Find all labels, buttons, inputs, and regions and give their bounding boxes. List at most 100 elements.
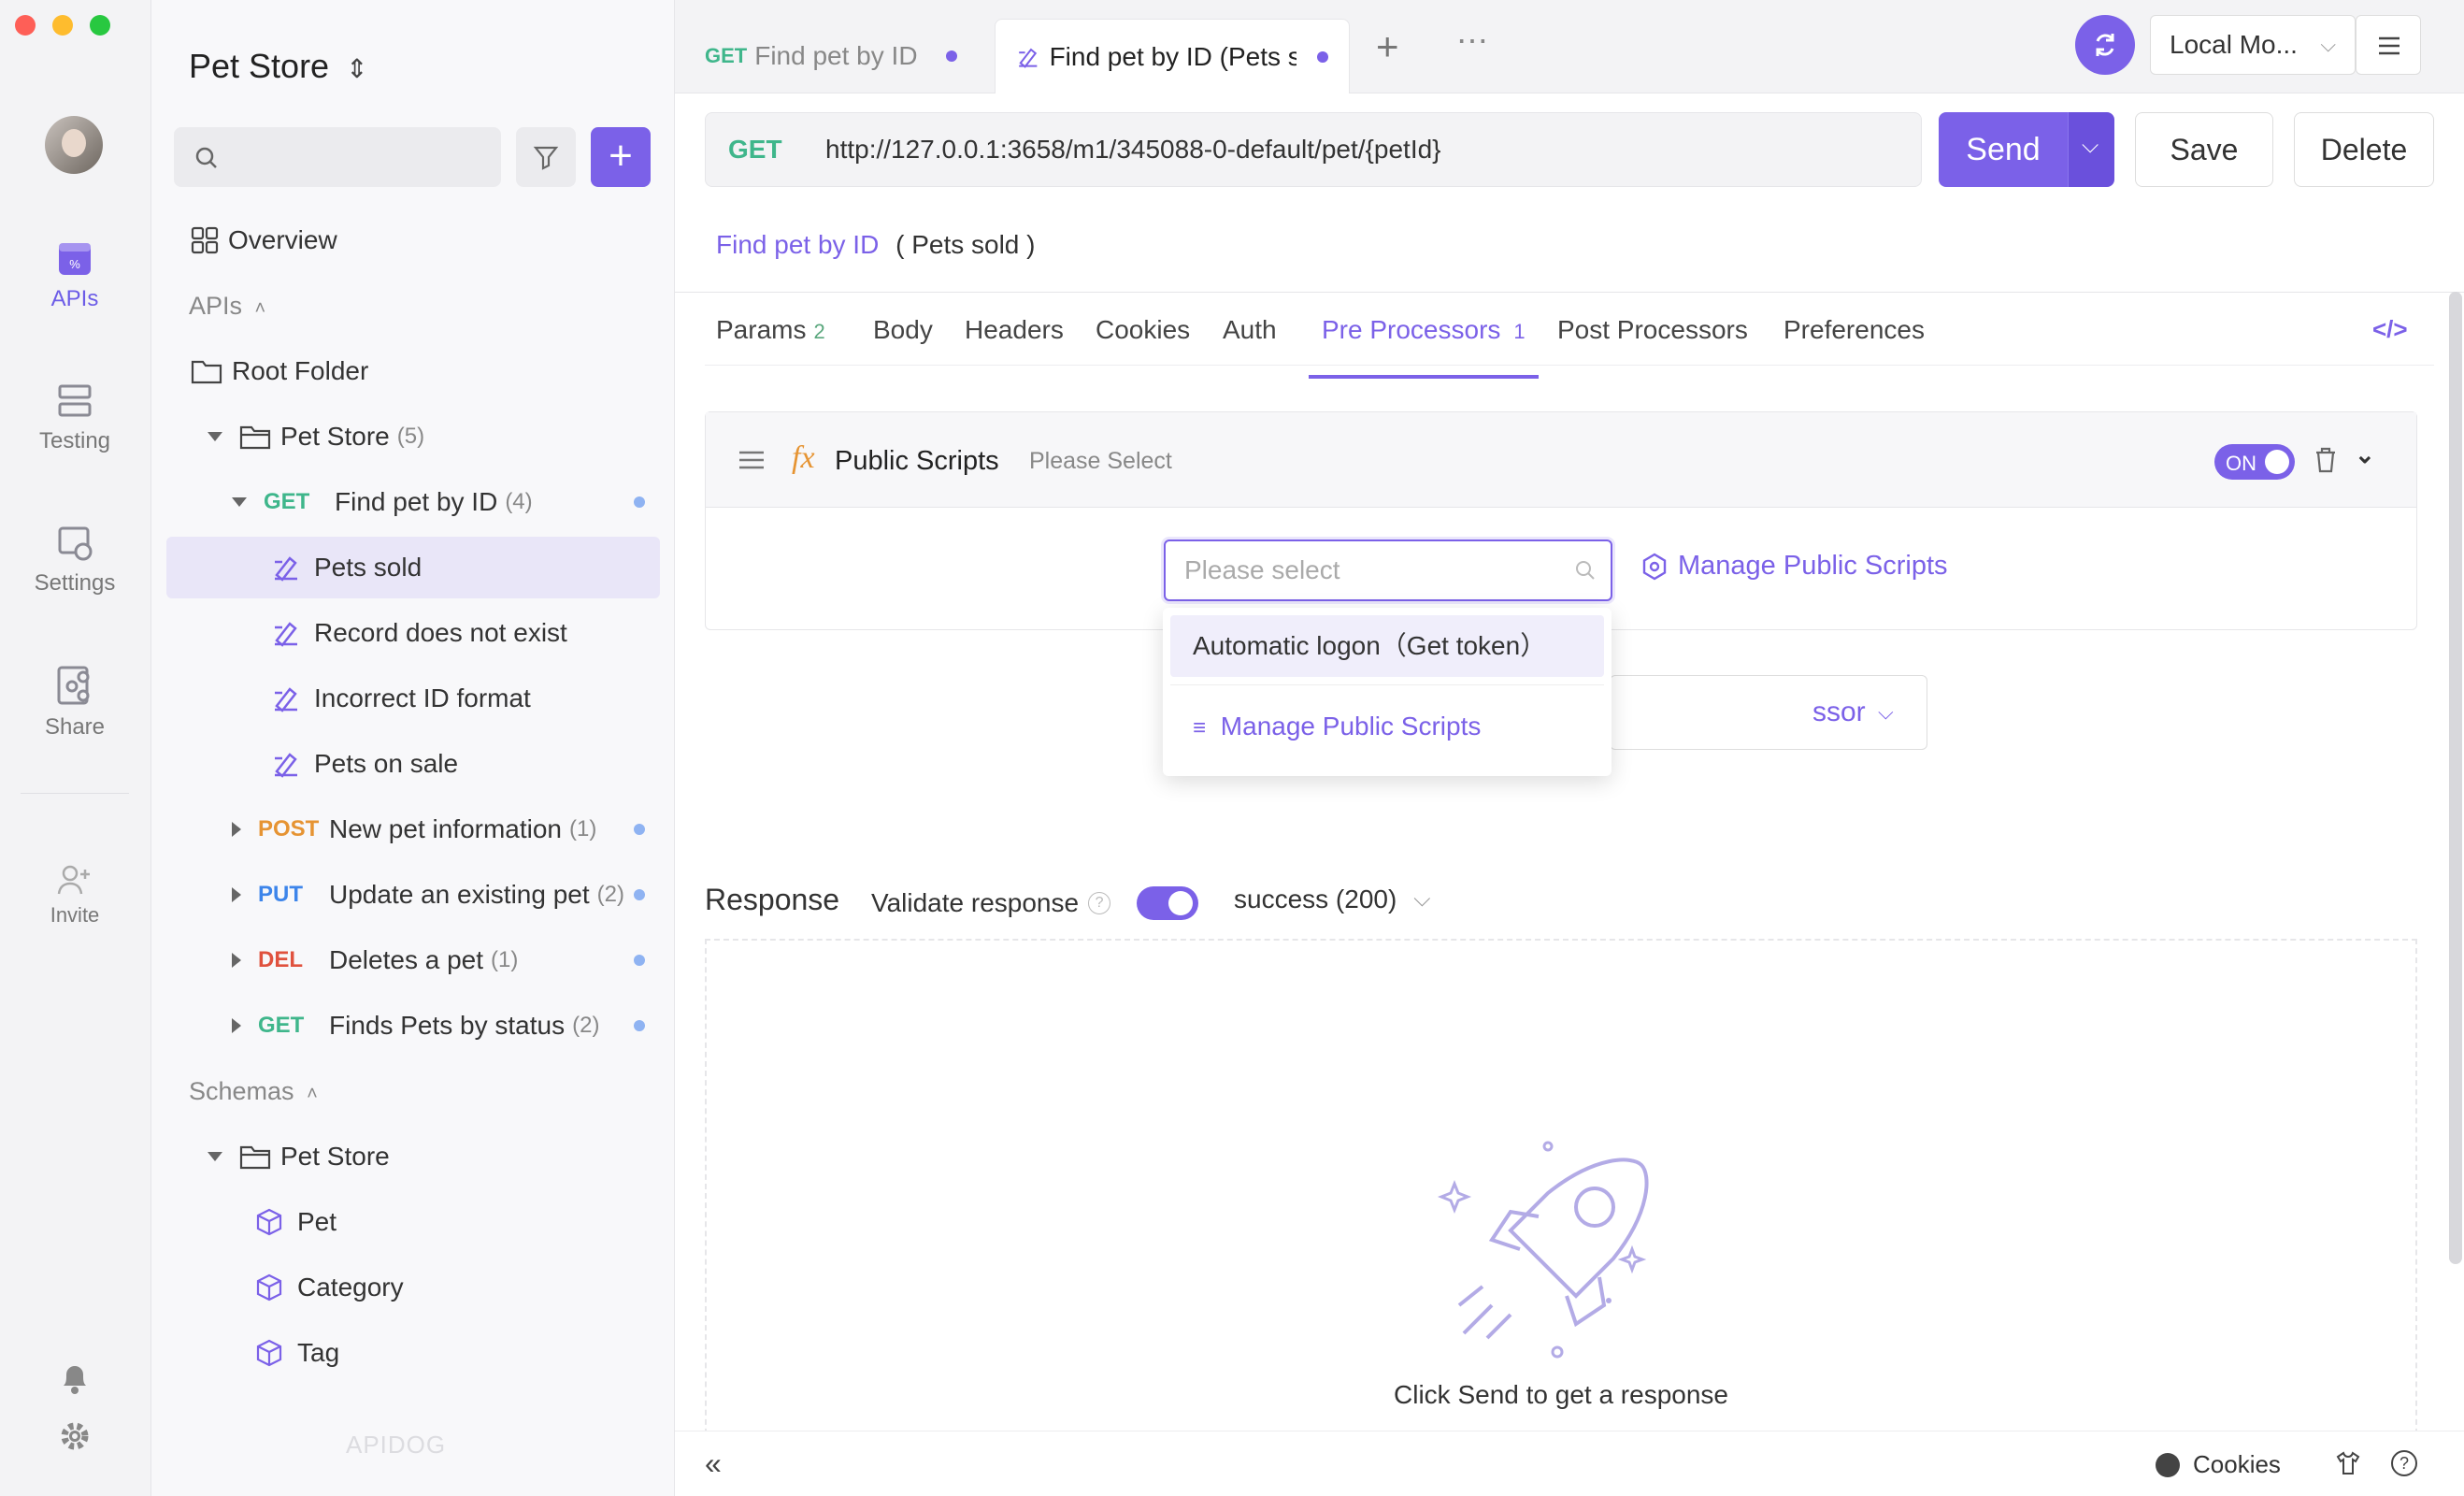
help-icon[interactable]: ?: [1088, 892, 1111, 914]
sidebar-api-find-pet[interactable]: GET Find pet by ID (4): [166, 471, 660, 533]
window-minimize-button[interactable]: [52, 15, 73, 36]
response-status-select[interactable]: success (200) ⌵: [1234, 885, 1431, 914]
tab-find-pet-case[interactable]: Find pet by ID (Pets s: [995, 19, 1350, 94]
rail-item-invite[interactable]: Invite: [0, 864, 150, 928]
tab-bar: GET Find pet by ID Find pet by ID (Pets …: [675, 0, 2464, 94]
window-close-button[interactable]: [15, 15, 36, 36]
rail-item-apis[interactable]: % APIs: [0, 239, 150, 312]
public-script-dropdown: Automatic logon（Get token） ≡ Manage Publ…: [1163, 608, 1612, 776]
send-button[interactable]: Send: [1939, 112, 2068, 187]
schema-name: Tag: [297, 1338, 340, 1367]
tab-label: Find pet by ID (Pets s: [1049, 41, 1297, 71]
sidebar-case-pets-on-sale[interactable]: Pets on sale: [166, 733, 660, 795]
tab-auth[interactable]: Auth: [1223, 315, 1277, 379]
tab-method: GET: [705, 44, 748, 67]
sidebar-case-incorrect-id[interactable]: Incorrect ID format: [166, 668, 660, 729]
tab-preferences[interactable]: Preferences: [1784, 315, 1925, 379]
add-processor-button[interactable]: ssor ⌵: [1610, 675, 1927, 750]
api-name: Deletes a pet: [329, 945, 483, 974]
search-icon: [195, 147, 217, 168]
sidebar-schema-tag[interactable]: Tag: [166, 1322, 660, 1384]
window-maximize-button[interactable]: [90, 15, 110, 36]
root-folder-label: Root Folder: [232, 356, 369, 385]
sidebar-item-overview[interactable]: Overview: [166, 209, 660, 271]
settings-icon: [58, 526, 93, 561]
environment-value: Local Mo...: [2170, 30, 2298, 59]
more-tabs-button[interactable]: ⋯: [1456, 22, 1488, 60]
schemas-section-header[interactable]: Schemas ˄: [189, 1077, 318, 1106]
tab-label: Pre Processors: [1322, 315, 1501, 344]
new-tab-button[interactable]: +: [1376, 24, 1399, 69]
drag-handle-icon[interactable]: [738, 450, 766, 470]
sidebar-item-root-folder[interactable]: Root Folder: [166, 340, 660, 402]
save-button[interactable]: Save: [2135, 112, 2273, 187]
schemas-section-label: Schemas: [189, 1077, 294, 1105]
url-method[interactable]: GET: [728, 135, 825, 165]
sidebar-api-delete-pet[interactable]: DEL Deletes a pet (1): [166, 929, 660, 991]
tab-params[interactable]: Params 2: [716, 315, 825, 379]
cookies-button[interactable]: Cookies: [2156, 1450, 2281, 1479]
sidebar-schema-pet[interactable]: Pet: [166, 1191, 660, 1253]
processor-select-hint[interactable]: Please Select: [1029, 448, 1172, 475]
rail-divider: [21, 793, 129, 794]
rail-label-invite: Invite: [50, 903, 100, 927]
status-bar: « Cookies ?: [675, 1431, 2464, 1496]
apis-section-header[interactable]: APIs ˄: [189, 292, 265, 321]
case-name: Pets sold: [314, 553, 423, 582]
url-bar[interactable]: GET http://127.0.0.1:3658/m1/345088-0-de…: [705, 112, 1922, 187]
url-input[interactable]: http://127.0.0.1:3658/m1/345088-0-defaul…: [825, 135, 1441, 165]
code-icon[interactable]: </>: [2372, 315, 2408, 344]
avatar[interactable]: [45, 116, 103, 174]
public-script-select[interactable]: Please select: [1164, 539, 1612, 601]
response-title: Response: [705, 883, 840, 916]
trash-icon[interactable]: [2314, 446, 2338, 474]
method-badge: PUT: [258, 882, 303, 907]
processor-card: fx Public Scripts Please Select ON ⌄ Ple…: [705, 411, 2417, 630]
menu-button[interactable]: [2356, 15, 2421, 75]
tab-post-processors[interactable]: Post Processors: [1557, 315, 1748, 379]
add-button[interactable]: +: [591, 127, 651, 187]
sync-button[interactable]: [2075, 15, 2135, 75]
bell-icon[interactable]: [58, 1359, 92, 1395]
expand-caret-icon: [208, 432, 222, 441]
dropdown-option-auto-logon[interactable]: Automatic logon（Get token）: [1170, 615, 1604, 677]
environment-select[interactable]: Local Mo... ⌵: [2150, 15, 2356, 75]
sidebar-api-new-pet[interactable]: POST New pet information (1): [166, 798, 660, 860]
status-dot: [634, 889, 645, 900]
send-options-button[interactable]: ⌵: [2068, 112, 2114, 187]
sidebar-schema-category[interactable]: Category: [166, 1257, 660, 1318]
filter-button[interactable]: [516, 127, 576, 187]
search-input[interactable]: [174, 127, 501, 187]
sidebar-schema-folder[interactable]: Pet Store: [166, 1126, 660, 1187]
dropdown-manage-scripts[interactable]: ≡ Manage Public Scripts: [1170, 696, 1604, 757]
sidebar-item-pet-store-folder[interactable]: Pet Store (5): [166, 406, 660, 468]
tab-body[interactable]: Body: [873, 315, 933, 379]
validate-toggle[interactable]: [1137, 886, 1199, 920]
manage-public-scripts-link[interactable]: Manage Public Scripts: [1640, 551, 1948, 582]
shirt-icon[interactable]: [2335, 1450, 2361, 1476]
rail-item-share[interactable]: Share: [0, 664, 150, 741]
sidebar-api-update-pet[interactable]: PUT Update an existing pet (2): [166, 864, 660, 926]
sidebar-case-record-missing[interactable]: Record does not exist: [166, 602, 660, 664]
breadcrumb-api-link[interactable]: Find pet by ID: [716, 230, 879, 259]
sidebar-api-find-by-status[interactable]: GET Finds Pets by status (2): [166, 995, 660, 1057]
processor-toggle[interactable]: ON: [2214, 444, 2295, 480]
tab-headers[interactable]: Headers: [965, 315, 1064, 379]
main-scrollbar[interactable]: [2449, 292, 2462, 1264]
gear-icon[interactable]: [58, 1419, 92, 1453]
rail-label-apis: APIs: [50, 286, 99, 311]
tab-find-pet[interactable]: GET Find pet by ID: [684, 19, 978, 94]
tab-cookies[interactable]: Cookies: [1096, 315, 1190, 379]
help-icon[interactable]: ?: [2391, 1450, 2417, 1476]
collapse-sidebar-icon[interactable]: «: [705, 1446, 722, 1481]
apis-section-label: APIs: [189, 292, 243, 320]
project-switcher[interactable]: Pet Store ⇕: [189, 47, 368, 86]
sidebar-case-pets-sold[interactable]: Pets sold: [166, 537, 660, 598]
rail-item-settings[interactable]: Settings: [0, 524, 150, 597]
delete-button[interactable]: Delete: [2294, 112, 2434, 187]
tab-pre-processors[interactable]: Pre Processors 1: [1309, 315, 1539, 379]
rail-item-testing[interactable]: Testing: [0, 381, 150, 454]
collapse-caret-icon: [232, 953, 241, 968]
chevron-down-icon[interactable]: ⌄: [2355, 440, 2375, 469]
api-count: (1): [569, 816, 597, 842]
